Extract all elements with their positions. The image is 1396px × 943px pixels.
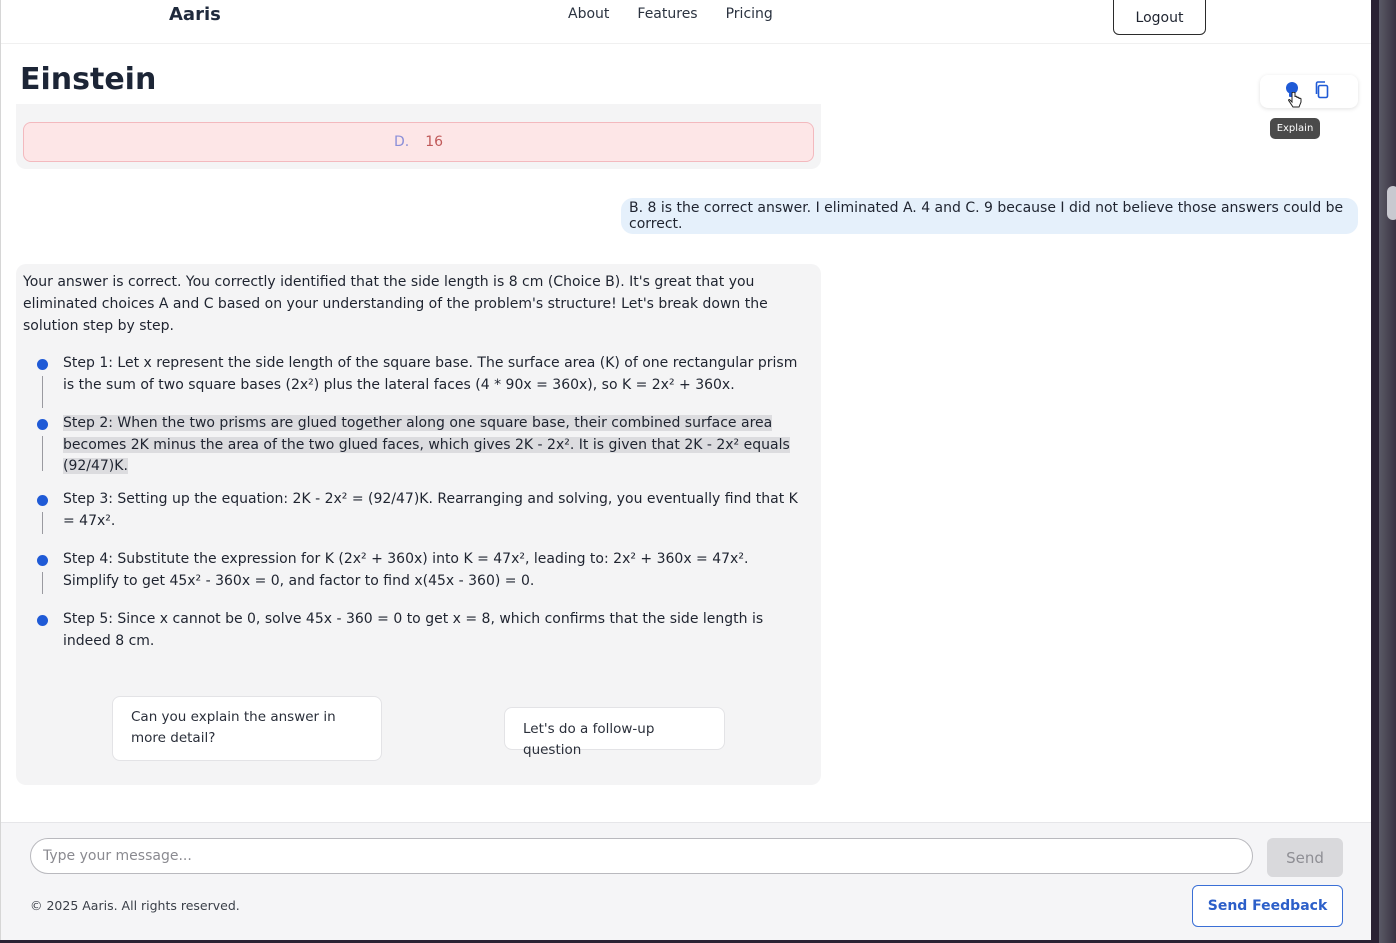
step-bullet-icon (37, 495, 48, 506)
step-text-highlighted: Step 2: When the two prisms are glued to… (63, 415, 790, 474)
suggestion-explain-more[interactable]: Can you explain the answer in more detai… (112, 696, 382, 761)
app-window: Aaris About Features Pricing Logout C. 9… (0, 0, 1371, 940)
window-edge (1379, 0, 1396, 943)
nav-link-pricing[interactable]: Pricing (726, 6, 773, 22)
composer-footer: Send © 2025 Aaris. All rights reserved. … (1, 822, 1371, 940)
step-text: Step 4: Substitute the expression for K … (63, 551, 749, 589)
step-item: Step 5: Since x cannot be 0, solve 45x -… (36, 609, 806, 659)
step-text: Step 3: Setting up the equation: 2K - 2x… (63, 491, 798, 529)
send-feedback-button[interactable]: Send Feedback (1192, 885, 1343, 927)
step-bullet-icon (37, 359, 48, 370)
hand-cursor-icon (1288, 91, 1302, 114)
step-connector (42, 376, 43, 408)
answer-option-d[interactable]: D. 16 (23, 122, 814, 162)
step-connector (42, 572, 43, 594)
nav-link-about[interactable]: About (568, 6, 609, 22)
message-toolbar (1260, 75, 1358, 108)
solution-steps: Step 1: Let x represent the side length … (36, 353, 806, 659)
step-item: Step 4: Substitute the expression for K … (36, 549, 806, 609)
scroll-handle[interactable] (1387, 186, 1396, 220)
step-text: Step 5: Since x cannot be 0, solve 45x -… (63, 611, 764, 649)
explain-tooltip: Explain (1270, 118, 1320, 139)
nav-link-features[interactable]: Features (637, 6, 697, 22)
copyright-text: © 2025 Aaris. All rights reserved. (30, 898, 240, 913)
option-letter: D. (393, 134, 410, 150)
step-connector (42, 512, 43, 534)
message-input[interactable] (30, 838, 1253, 874)
step-item: Step 2: When the two prisms are glued to… (36, 413, 806, 489)
page-title: Einstein (20, 62, 165, 97)
user-message-bubble: B. 8 is the correct answer. I eliminated… (621, 198, 1358, 234)
option-value: 16 (425, 134, 444, 150)
step-bullet-icon (37, 615, 48, 626)
assistant-intro-text: Your answer is correct. You correctly id… (23, 274, 768, 334)
step-item: Step 3: Setting up the equation: 2K - 2x… (36, 489, 806, 549)
copy-icon[interactable] (1314, 80, 1330, 103)
suggestion-follow-up[interactable]: Let's do a follow-up question (504, 707, 725, 758)
step-text: Step 1: Let x represent the side length … (63, 355, 798, 393)
logout-button[interactable]: Logout (1113, 0, 1206, 35)
top-nav: Aaris About Features Pricing Logout (1, 0, 1371, 44)
send-button[interactable]: Send (1267, 838, 1343, 877)
assistant-message-card: Your answer is correct. You correctly id… (16, 264, 821, 785)
step-bullet-icon (37, 419, 48, 430)
brand-logo[interactable]: Aaris (169, 4, 221, 25)
step-connector (42, 436, 43, 471)
step-bullet-icon (37, 555, 48, 566)
nav-links: About Features Pricing (568, 6, 773, 22)
step-item: Step 1: Let x represent the side length … (36, 353, 806, 413)
